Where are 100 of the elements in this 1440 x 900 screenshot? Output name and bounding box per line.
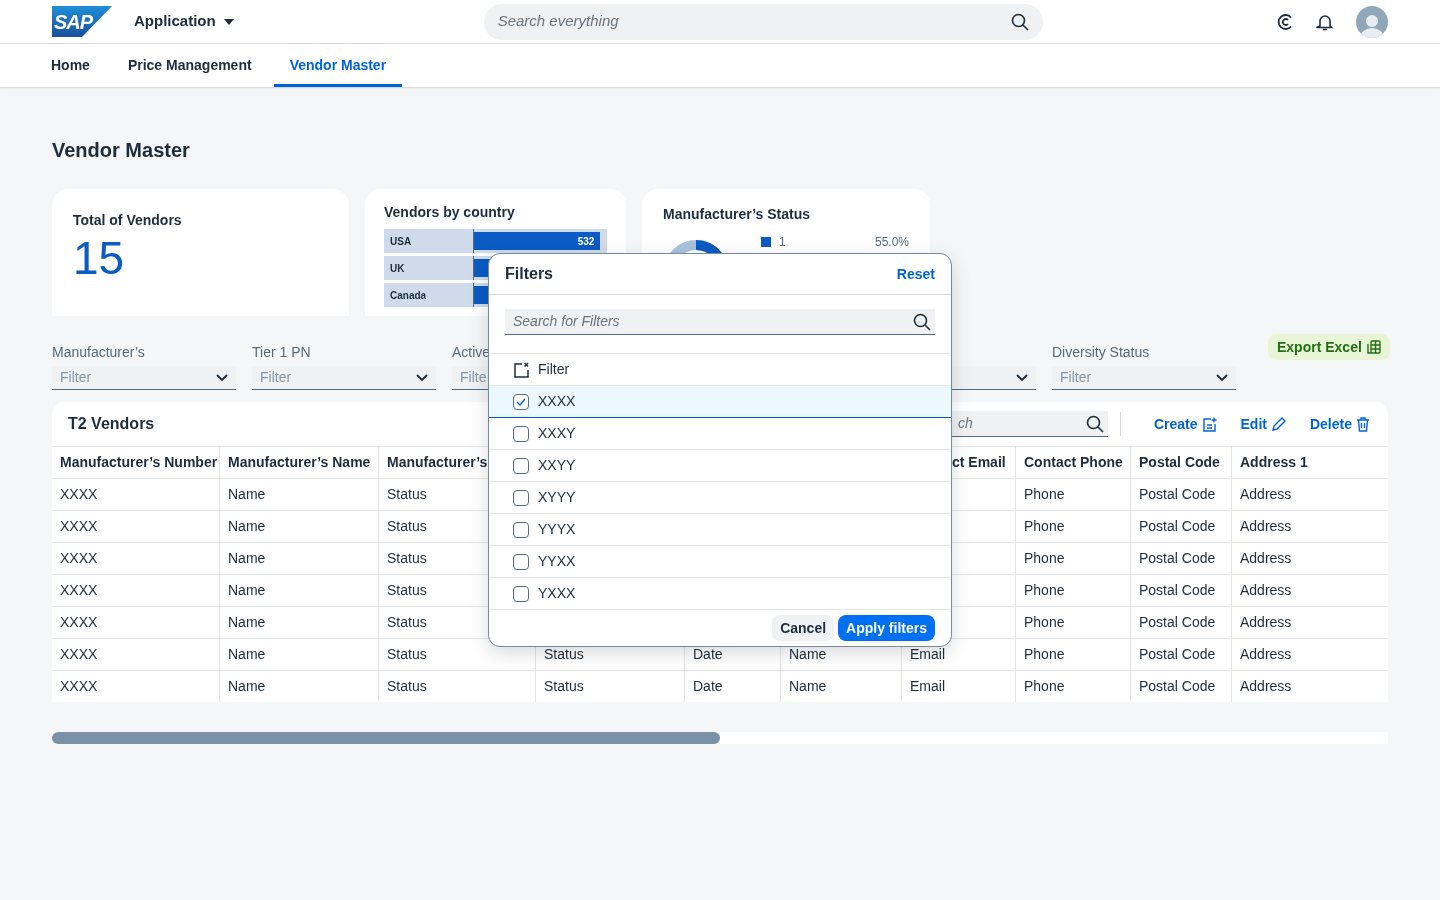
column-header: Manufacturer’s Number [52,447,220,478]
clear-filter-icon [513,361,529,378]
bar-value: 532 [577,234,595,249]
popover-title: Filters [505,264,553,284]
kpi-value: 15 [73,235,126,281]
legend-label: 1 [779,234,786,251]
option-label: XXXX [538,392,576,411]
filter-label: Manufacturer’s [52,343,146,362]
checkbox[interactable] [513,425,529,442]
table-cell: Phone [1016,543,1131,574]
filter-option[interactable]: XYYY [489,482,951,514]
filter-select[interactable]: Filter [252,366,436,390]
edit-button[interactable]: Edit [1237,413,1289,435]
horizontal-scrollbar[interactable] [52,732,1388,744]
nav-tab[interactable]: Home [35,44,106,87]
table-cell: XXXX [52,479,220,510]
checkbox[interactable] [513,521,529,538]
checkbox[interactable] [513,393,529,410]
filter-label: Active [452,343,492,362]
table-cell: Name [220,543,379,574]
search-icon[interactable] [1085,414,1104,433]
table-cell: Phone [1016,607,1131,638]
table-cell: Postal Code [1131,575,1232,606]
chevron-down-icon [216,373,228,382]
table-cell: Postal Code [1131,511,1232,542]
checkbox[interactable] [513,457,529,474]
trash-icon [1356,416,1370,432]
search-field[interactable]: Search everything [483,3,1043,40]
column-header: Address 1 [1239,453,1309,472]
option-label: XXYY [538,456,576,475]
bell-icon[interactable] [1316,12,1334,31]
table-cell: Postal Code [1131,607,1232,638]
legend-value: 55.0% [874,234,909,251]
table-cell: Email [902,671,1016,702]
export-excel-button[interactable]: Export Excel [1268,334,1390,360]
table-cell: XXXX [52,671,220,702]
column-header: Postal Code [1131,447,1232,478]
nav-tab[interactable]: Vendor Master [273,44,403,87]
table-cell: XXXX [52,575,220,606]
bar-label: UK [384,256,474,280]
search-icon[interactable] [1010,12,1029,31]
spreadsheet-icon [1366,340,1381,354]
table-cell: XXXX [52,543,220,574]
table-cell: Phone [1016,671,1131,702]
option-label: XXXY [538,424,576,443]
table-cell: Phone [1016,575,1131,606]
app-menu[interactable]: Application [134,10,234,33]
search-icon[interactable] [913,312,931,331]
page-title: Vendor Master [52,138,191,163]
filter-option[interactable]: YYXX [489,546,951,578]
table-cell: Name [220,671,379,702]
table-cell: Phone [1016,511,1131,542]
pencil-icon [1270,416,1286,432]
filter-option[interactable]: YYYX [489,514,951,546]
bar-label: Canada [384,283,474,307]
column-header: Manufacturer’s Name [220,447,379,478]
option-label: YYXX [538,552,576,571]
checkbox[interactable] [513,553,529,570]
table-cell-text: Address [1239,645,1293,664]
table-cell: Name [220,511,379,542]
filter-option[interactable]: XXXY [489,418,951,450]
table-cell: Status [379,671,536,702]
filter-option[interactable]: XXYY [489,450,951,482]
table-cell: Postal Code [1131,543,1232,574]
reset-button[interactable]: Reset [896,263,935,285]
scrollbar-thumb[interactable] [52,732,720,744]
table-cell: Postal Code [1131,671,1232,702]
add-document-icon [1201,416,1217,432]
create-button[interactable]: Create [1150,413,1220,435]
nav-tab[interactable]: Price Management [111,44,268,87]
cancel-button[interactable]: Cancel [772,615,835,641]
filter-select[interactable]: Filter [52,366,236,390]
bar-label: USA [384,229,474,253]
table-cell-text: Address [1239,613,1293,632]
table-cell: Postal Code [1131,479,1232,510]
table-cell-text: Address [1239,517,1293,536]
table-cell: Name [220,607,379,638]
table-cell: Date [685,671,781,702]
table-cell: Phone [1016,479,1131,510]
delete-button[interactable]: Delete [1306,413,1373,435]
card-title: Vendors by country [384,203,516,222]
chevron-down-icon [1016,373,1028,382]
apply-filters-button[interactable]: Apply filters [838,615,935,641]
logo: SAP [52,6,112,37]
caret-icon [223,18,234,25]
table-cell-text: Address [1239,485,1293,504]
filter-option[interactable]: YXXX [489,578,951,610]
checkbox[interactable] [513,585,529,602]
filter-select[interactable]: Filter [1052,366,1236,390]
table-cell: Name [781,671,902,702]
table-cell: Postal Code [1131,639,1232,670]
copilot-icon[interactable] [1276,12,1294,31]
table-cell: Phone [1016,639,1131,670]
table-cell: Status [536,671,685,702]
table-cell: Name [220,639,379,670]
checkbox[interactable] [513,489,529,506]
filter-search-field[interactable]: Search for Filters [505,309,935,335]
option-label: YYYX [538,520,576,539]
filter-option[interactable]: XXXX [489,386,951,418]
checkmark-icon [516,397,526,406]
